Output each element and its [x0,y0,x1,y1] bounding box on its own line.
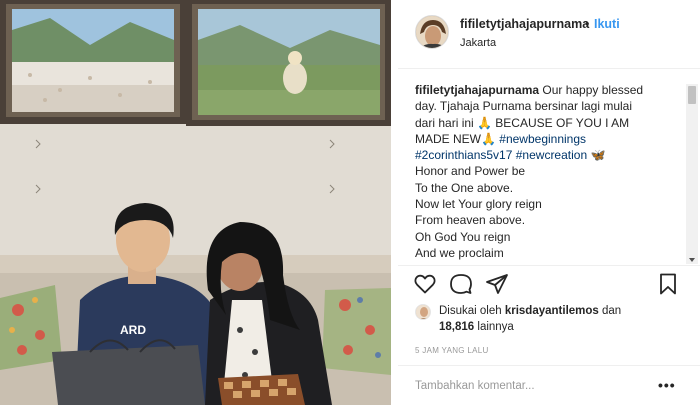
liker-username[interactable]: krisdayantilemos [505,305,599,317]
post-caption: fifiletytjahajapurnama Our happy blessed… [415,82,677,262]
likes-suffix: lainnya [474,321,514,333]
caption-text: Our happy blessed [539,83,644,97]
save-button[interactable] [656,272,680,296]
instagram-post-view: ARD fifiletytjahajapurnama • Ikuti Jakar… [0,0,700,405]
caption-line: Now let Your glory reign [415,197,542,212]
caption-line: #2corinthians5v17 #newcreation 🦋 [415,147,677,163]
divider [398,365,700,366]
liker-avatar-image [416,305,430,319]
bookmark-icon [660,273,676,295]
likes-prefix: Disukai oleh [439,305,505,317]
comment-button[interactable] [449,272,473,296]
scroll-down-arrow-icon[interactable] [689,258,695,262]
butterfly-emoji: 🦋 [587,148,606,163]
post-side-panel: fifiletytjahajapurnama • Ikuti Jakarta f… [398,0,700,405]
post-header: fifiletytjahajapurnama • Ikuti Jakarta [398,0,700,69]
caption-line: MADE NEW🙏 #newbeginnings [415,131,677,147]
like-button[interactable] [413,272,437,296]
post-author-username[interactable]: fifiletytjahajapurnama [460,17,589,31]
post-timestamp[interactable]: 5 JAM YANG LALU [415,346,489,355]
post-location[interactable]: Jakarta [460,37,496,49]
caption-line: dari hari ini 🙏 BECAUSE OF YOU I AM [415,115,630,130]
likes-middle: dan [598,305,622,317]
paper-plane-icon [486,274,508,294]
hashtag-link[interactable]: #2corinthians5v17 [415,148,512,162]
caption-scrollbar[interactable] [686,84,698,264]
caption-line: Oh God You reign [415,229,511,244]
share-button[interactable] [485,272,509,296]
caption-username[interactable]: fifiletytjahajapurnama [415,83,539,97]
caption-line: To the One above. [415,180,514,195]
hashtag-link[interactable]: #newbeginnings [499,132,586,146]
caption-line: And we proclaim [415,245,504,260]
speech-bubble-icon [450,274,472,294]
caption-line: From heaven above. [415,213,526,228]
comment-input[interactable] [415,378,645,394]
likes-text: Disukai oleh krisdayantilemos dan 18,816… [439,303,689,335]
heart-icon [414,274,436,294]
post-photo-illustration: ARD [0,0,391,405]
avatar-image [416,16,448,48]
more-options-button[interactable]: ••• [658,378,676,392]
caption-line: Honor and Power be [415,164,526,179]
hashtag-link[interactable]: #newcreation [516,148,587,162]
post-photo[interactable]: ARD [0,0,391,405]
divider [398,265,700,266]
caption-line: fifiletytjahajapurnama Our happy blessed [415,82,677,98]
caption-line: day. Tjahaja Purnama bersinar lagi mulai [415,99,633,114]
scrollbar-thumb[interactable] [688,86,696,104]
svg-text:ARD: ARD [120,323,146,337]
avatar[interactable] [415,15,449,49]
header-separator: • [585,17,590,31]
caption-text: MADE NEW🙏 [415,131,500,146]
likes-count[interactable]: 18,816 [439,321,474,333]
follow-button[interactable]: Ikuti [594,17,620,31]
liker-avatar[interactable] [415,304,431,320]
